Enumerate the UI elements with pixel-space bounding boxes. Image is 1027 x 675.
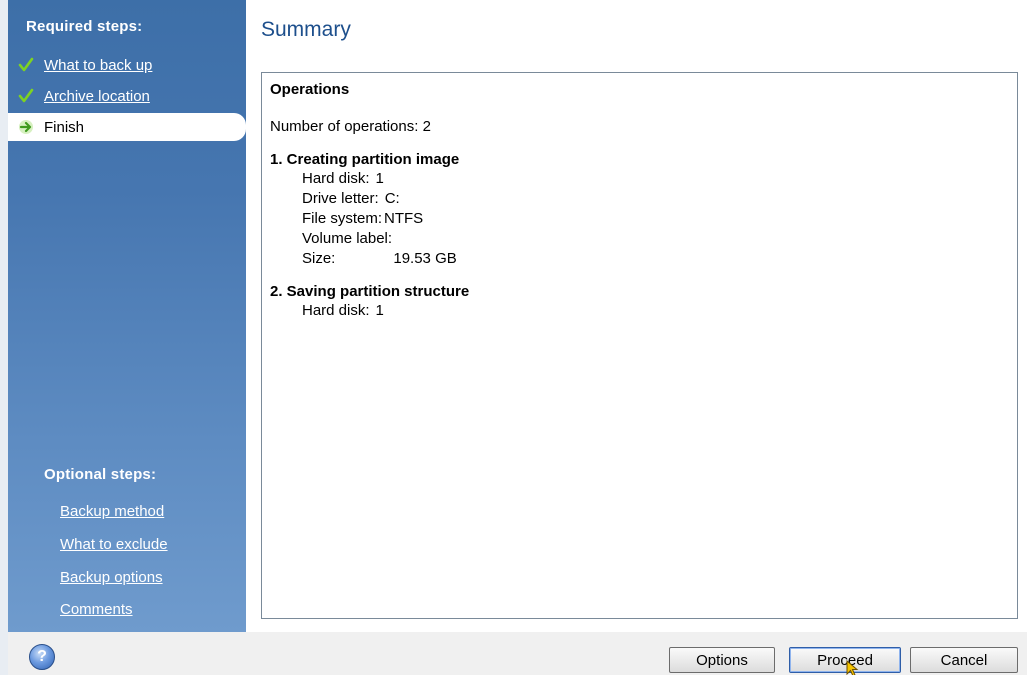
sidebar-step-label: What to back up — [44, 56, 153, 74]
optional-step-backup-method[interactable]: Backup method — [60, 503, 164, 520]
operation-detail-row: Drive letter: C: — [270, 189, 1009, 209]
sidebar-step-archive-location[interactable]: Archive location — [8, 82, 246, 110]
checkmark-icon — [18, 57, 34, 73]
operation-block: 2. Saving partition structure Hard disk:… — [270, 283, 1009, 321]
detail-value: NTFS — [384, 210, 424, 227]
proceed-button[interactable]: Proceed — [789, 647, 901, 673]
detail-value: C: — [384, 190, 400, 207]
detail-key: Size: — [302, 250, 336, 267]
detail-key: Volume label: — [302, 230, 393, 247]
operation-detail-row: Size: 19.53 GB — [270, 249, 1009, 269]
sidebar-step-finish[interactable]: Finish — [8, 113, 246, 141]
detail-value: 19.53 GB — [393, 250, 457, 267]
operation-title: 2. Saving partition structure — [270, 283, 470, 300]
operations-heading: Operations — [270, 81, 350, 98]
options-button-label: Options — [696, 651, 748, 669]
operation-title: 1. Creating partition image — [270, 151, 460, 168]
optional-steps-heading: Optional steps: — [44, 466, 157, 483]
window-left-edge — [0, 0, 8, 675]
options-button[interactable]: Options — [669, 647, 775, 673]
optional-step-what-to-exclude[interactable]: What to exclude — [60, 536, 168, 553]
sidebar-step-label: Finish — [44, 118, 85, 136]
proceed-button-label: Proceed — [817, 651, 873, 669]
checkmark-icon — [18, 88, 34, 104]
cancel-button[interactable]: Cancel — [910, 647, 1018, 673]
sidebar-step-label: Archive location — [44, 87, 150, 105]
detail-key: File system: — [302, 210, 383, 227]
detail-key: Drive letter: — [302, 190, 379, 207]
detail-key: Hard disk: — [302, 302, 370, 319]
cancel-button-label: Cancel — [940, 651, 988, 669]
arrow-right-icon — [18, 119, 34, 135]
optional-step-backup-options[interactable]: Backup options — [60, 569, 163, 586]
optional-step-comments[interactable]: Comments — [60, 601, 133, 618]
help-icon[interactable]: ? — [29, 644, 55, 670]
detail-value: 1 — [375, 302, 384, 319]
detail-key: Hard disk: — [302, 170, 370, 187]
operation-detail-row: File system: NTFS — [270, 209, 1009, 229]
backup-wizard-window: Required steps: What to back up Archive … — [0, 0, 1027, 675]
operation-detail-row: Hard disk: 1 — [270, 301, 1009, 321]
detail-value: 1 — [375, 170, 384, 187]
summary-panel: Operations Number of operations: 2 1. Cr… — [261, 72, 1018, 619]
operations-count: Number of operations: 2 — [270, 118, 431, 135]
operation-detail-row: Volume label: — [270, 229, 1009, 249]
mouse-cursor-icon — [846, 659, 860, 675]
operation-detail-row: Hard disk: 1 — [270, 169, 1009, 189]
page-title: Summary — [261, 18, 351, 41]
sidebar-step-what-to-back-up[interactable]: What to back up — [8, 51, 246, 79]
operation-block: 1. Creating partition image Hard disk: 1… — [270, 151, 1009, 269]
required-steps-heading: Required steps: — [26, 18, 143, 35]
